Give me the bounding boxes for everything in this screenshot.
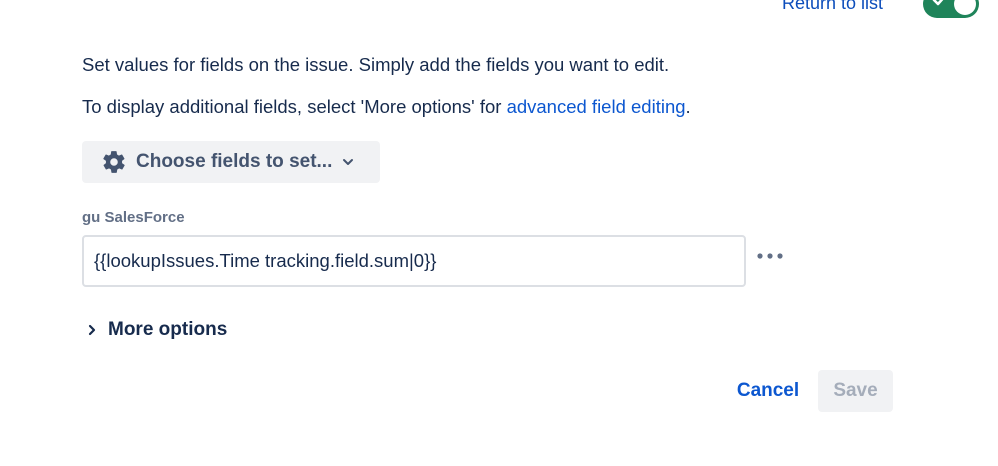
choose-fields-label: Choose fields to set... (136, 151, 333, 172)
field-label: gu SalesForce (82, 209, 185, 226)
chevron-right-icon (88, 324, 96, 336)
check-icon (932, 0, 944, 6)
rule-enabled-toggle[interactable] (923, 0, 979, 18)
more-options-toggle[interactable]: More options (82, 316, 227, 344)
hint-suffix: . (685, 96, 691, 117)
top-bar: Return to list (0, 0, 998, 20)
intro-text: Set values for fields on the issue. Simp… (82, 54, 670, 75)
cancel-button[interactable]: Cancel (724, 371, 812, 411)
automation-action-panel: Return to list Set values for fields on … (0, 0, 998, 466)
advanced-field-editing-link[interactable]: advanced field editing (507, 96, 686, 117)
more-options-label: More options (108, 319, 228, 340)
field-value-input[interactable] (82, 235, 746, 287)
hint-prefix: To display additional fields, select 'Mo… (82, 96, 507, 117)
choose-fields-button[interactable]: Choose fields to set... (82, 141, 380, 183)
gear-icon (103, 151, 125, 173)
advanced-editing-hint: To display additional fields, select 'Mo… (82, 96, 691, 118)
chevron-down-icon (343, 159, 353, 165)
toggle-knob (954, 0, 976, 15)
field-actions-button[interactable] (752, 240, 788, 272)
return-to-list-link[interactable]: Return to list (782, 0, 883, 14)
more-horizontal-icon (757, 253, 783, 259)
save-button[interactable]: Save (818, 370, 893, 412)
